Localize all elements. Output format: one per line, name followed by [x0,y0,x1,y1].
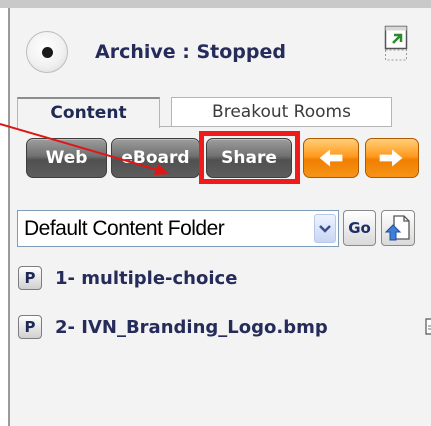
presentation-badge: P [18,315,42,339]
list-item[interactable]: P 2- IVN_Branding_Logo.bmp [10,309,431,349]
upload-button[interactable] [381,210,415,246]
record-dot-icon [42,47,53,58]
arrow-right-icon [379,149,403,167]
share-highlight-box [199,131,300,184]
file-icon[interactable] [424,316,431,340]
list-item-label: 2- IVN_Branding_Logo.bmp [55,317,328,338]
folder-select-value: Default Content Folder [24,217,225,240]
window-top-border [0,0,431,8]
chevron-down-icon[interactable] [314,214,336,243]
eboard-button[interactable]: eBoard [111,138,200,178]
tab-breakout-rooms[interactable]: Breakout Rooms [171,97,392,127]
web-button[interactable]: Web [26,138,107,178]
go-button[interactable]: Go [343,210,376,246]
popout-window-icon[interactable] [384,25,408,61]
list-item[interactable]: P 1- multiple-choice [10,260,431,300]
forward-button[interactable] [365,138,419,178]
arrow-left-icon [319,149,343,167]
tab-divider-line [160,126,392,127]
upload-icon [384,215,410,241]
back-button[interactable] [303,138,359,178]
content-folder-select[interactable]: Default Content Folder [17,210,339,247]
presentation-badge: P [18,266,42,290]
list-item-label: 1- multiple-choice [55,268,238,289]
archive-record-button[interactable] [26,31,68,73]
archive-status-label: Archive : Stopped [95,41,286,63]
tab-content[interactable]: Content [17,97,160,128]
